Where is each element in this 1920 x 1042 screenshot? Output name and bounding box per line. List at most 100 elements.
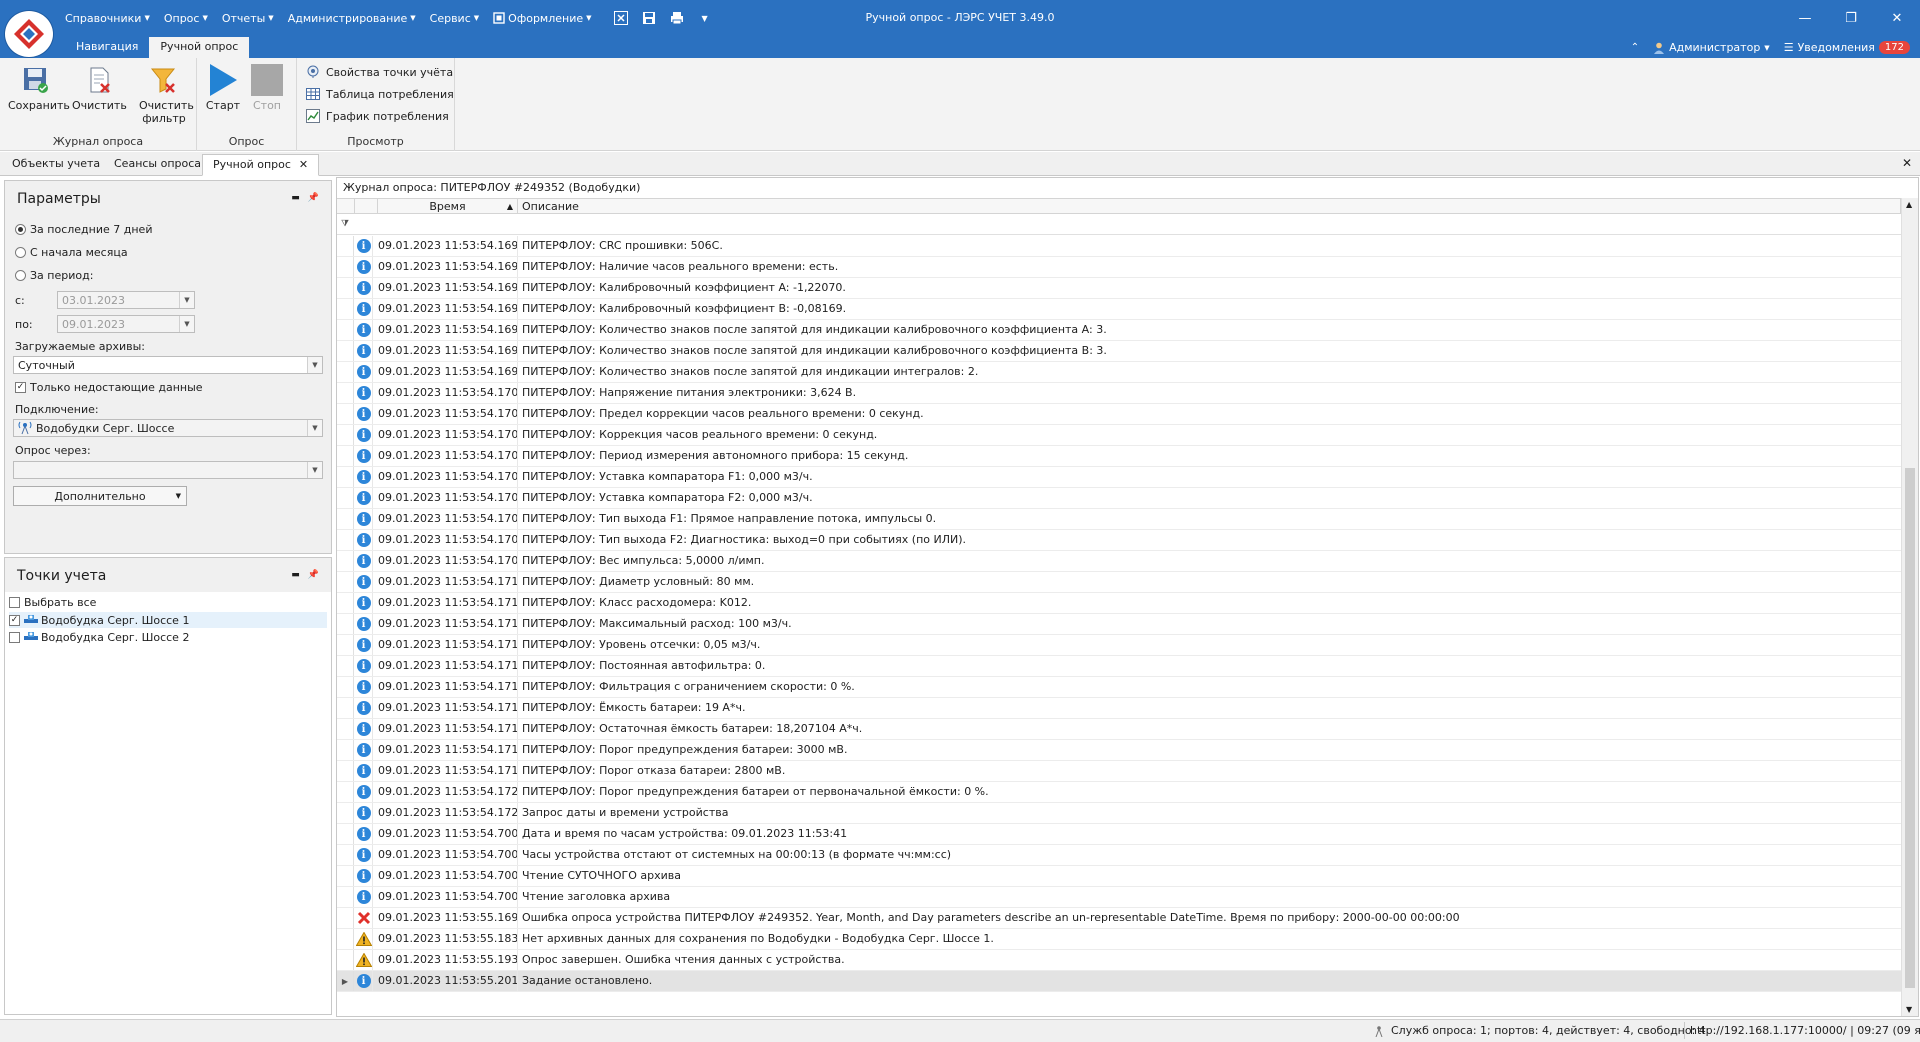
row-indicator[interactable] (337, 677, 354, 697)
tab-navigation[interactable]: Навигация (65, 37, 149, 58)
table-row[interactable]: 09.01.2023 11:53:55.169 Ошибка опроса уст… (337, 908, 1901, 929)
consumption-chart-button[interactable]: График потребления (305, 107, 449, 125)
consumption-table-button[interactable]: Таблица потребления (305, 85, 454, 103)
row-indicator[interactable] (337, 656, 354, 676)
stop-button[interactable]: Стоп (248, 61, 286, 112)
description-column-header[interactable]: Описание (518, 199, 1901, 214)
table-row[interactable]: i 09.01.2023 11:53:54.169 ПИТЕРФЛОУ: Колич… (337, 362, 1901, 383)
table-row[interactable]: i 09.01.2023 11:53:54.170 ПИТЕРФЛОУ: Вес и… (337, 551, 1901, 572)
table-row[interactable]: i 09.01.2023 11:53:54.171 ПИТЕРФЛОУ: Фильт… (337, 677, 1901, 698)
doctab-manual-poll[interactable]: Ручной опрос ✕ (202, 154, 320, 176)
table-row[interactable]: i 09.01.2023 11:53:54.171 ПИТЕРФЛОУ: Диаме… (337, 572, 1901, 593)
row-indicator[interactable] (337, 383, 354, 403)
row-indicator[interactable] (337, 341, 354, 361)
table-row[interactable]: i 09.01.2023 11:53:54.169 ПИТЕРФЛОУ: Колич… (337, 341, 1901, 362)
option-period[interactable]: За период: (15, 269, 93, 282)
row-indicator[interactable] (337, 740, 354, 760)
row-indicator[interactable] (337, 887, 354, 907)
table-row[interactable]: i 09.01.2023 11:53:54.171 ПИТЕРФЛОУ: Урове… (337, 635, 1901, 656)
row-indicator[interactable] (337, 929, 354, 949)
table-row[interactable]: i 09.01.2023 11:53:54.169 ПИТЕРФЛОУ: Налич… (337, 257, 1901, 278)
pin-icon[interactable]: 📌 (308, 570, 319, 580)
option-from-month-start[interactable]: С начала месяца (15, 246, 128, 259)
row-indicator[interactable] (337, 845, 354, 865)
time-column-header[interactable]: Время ▲ (378, 199, 518, 214)
doctab-sessions[interactable]: Сеансы опроса (104, 154, 211, 176)
table-row[interactable]: i 09.01.2023 11:53:54.171 ПИТЕРФЛОУ: Ёмкос… (337, 698, 1901, 719)
table-row[interactable]: i 09.01.2023 11:53:54.172 Запрос даты и вр… (337, 803, 1901, 824)
table-row[interactable]: i 09.01.2023 11:53:54.700 Чтение СУТОЧНОГО… (337, 866, 1901, 887)
point-item-1[interactable]: ✓ Водобудка Серг. Шоссе 1 (9, 612, 327, 628)
user-menu[interactable]: Администратор ▼ (1653, 41, 1770, 54)
table-row[interactable]: 09.01.2023 11:53:55.193 Опрос завершен. О… (337, 950, 1901, 971)
table-row[interactable]: i 09.01.2023 11:53:54.169 ПИТЕРФЛОУ: Колич… (337, 320, 1901, 341)
row-indicator[interactable] (337, 257, 354, 277)
option-last-7-days[interactable]: За последние 7 дней (15, 223, 152, 236)
row-indicator[interactable] (337, 572, 354, 592)
archives-select[interactable]: Суточный ▼ (13, 356, 323, 374)
table-row[interactable]: i 09.01.2023 11:53:54.171 ПИТЕРФЛОУ: Остат… (337, 719, 1901, 740)
point-item-2[interactable]: Водобудка Серг. Шоссе 2 (9, 629, 189, 645)
row-indicator[interactable] (337, 866, 354, 886)
table-row[interactable]: i 09.01.2023 11:53:54.170 ПИТЕРФЛОУ: Корре… (337, 425, 1901, 446)
maximize-panel-icon[interactable]: ▬ (291, 570, 300, 580)
close-window-icon[interactable]: ✕ (1874, 0, 1920, 36)
table-row[interactable]: i 09.01.2023 11:53:54.171 ПИТЕРФЛОУ: Посто… (337, 656, 1901, 677)
row-indicator[interactable] (337, 950, 354, 970)
table-row[interactable]: ▶ i 09.01.2023 11:53:55.201 Задание останов… (337, 971, 1901, 992)
only-missing-checkbox[interactable]: ✓ Только недостающие данные (15, 381, 203, 394)
row-indicator[interactable] (337, 299, 354, 319)
notifications-button[interactable]: ☰ Уведомления 172 (1784, 41, 1910, 54)
table-row[interactable]: i 09.01.2023 11:53:54.170 ПИТЕРФЛОУ: Устав… (337, 467, 1901, 488)
row-indicator[interactable] (337, 614, 354, 634)
type-column-header[interactable] (355, 199, 378, 214)
minimize-icon[interactable]: — (1782, 0, 1828, 36)
table-row[interactable]: i 09.01.2023 11:53:54.171 ПИТЕРФЛОУ: Порог… (337, 740, 1901, 761)
row-indicator[interactable] (337, 530, 354, 550)
save-button[interactable]: Сохранить (8, 61, 70, 112)
close-tab-icon[interactable]: ✕ (299, 158, 308, 171)
row-indicator[interactable] (337, 782, 354, 802)
table-row[interactable]: i 09.01.2023 11:53:54.169 ПИТЕРФЛОУ: Калиб… (337, 278, 1901, 299)
from-date-field[interactable]: 03.01.2023 ▼ (57, 291, 195, 309)
table-row[interactable]: i 09.01.2023 11:53:54.169 ПИТЕРФЛОУ: Калиб… (337, 299, 1901, 320)
auto-filter-row[interactable]: ⧩ (337, 215, 1901, 235)
row-indicator[interactable] (337, 446, 354, 466)
row-indicator[interactable] (337, 908, 354, 928)
additional-button[interactable]: Дополнительно ▼ (13, 486, 187, 506)
via-select[interactable]: ▼ (13, 461, 323, 479)
table-row[interactable]: i 09.01.2023 11:53:54.172 ПИТЕРФЛОУ: Порог… (337, 782, 1901, 803)
point-properties-button[interactable]: Свойства точки учёта (305, 63, 453, 81)
table-row[interactable]: i 09.01.2023 11:53:54.170 ПИТЕРФЛОУ: Напря… (337, 383, 1901, 404)
row-indicator[interactable] (337, 635, 354, 655)
row-indicator[interactable] (337, 551, 354, 571)
row-indicator[interactable] (337, 719, 354, 739)
table-row[interactable]: 09.01.2023 11:53:55.183 Нет архивных данн… (337, 929, 1901, 950)
table-row[interactable]: i 09.01.2023 11:53:54.170 ПИТЕРФЛОУ: Преде… (337, 404, 1901, 425)
row-indicator[interactable] (337, 698, 354, 718)
row-indicator[interactable]: ▶ (337, 971, 354, 991)
table-row[interactable]: i 09.01.2023 11:53:54.171 ПИТЕРФЛОУ: Порог… (337, 761, 1901, 782)
select-all-checkbox[interactable]: Выбрать все (9, 594, 96, 610)
table-row[interactable]: i 09.01.2023 11:53:54.169 ПИТЕРФЛОУ: CRC п… (337, 236, 1901, 257)
row-indicator[interactable] (337, 362, 354, 382)
start-button[interactable]: Старт (204, 61, 242, 112)
table-row[interactable]: i 09.01.2023 11:53:54.170 ПИТЕРФЛОУ: Перио… (337, 446, 1901, 467)
row-indicator[interactable] (337, 761, 354, 781)
row-indicator[interactable] (337, 320, 354, 340)
row-indicator[interactable] (337, 278, 354, 298)
table-row[interactable]: i 09.01.2023 11:53:54.171 ПИТЕРФЛОУ: Макси… (337, 614, 1901, 635)
tab-manual-poll[interactable]: Ручной опрос (149, 37, 250, 58)
table-row[interactable]: i 09.01.2023 11:53:54.171 ПИТЕРФЛОУ: Класс… (337, 593, 1901, 614)
vertical-scrollbar[interactable]: ▲ ▼ (1901, 198, 1918, 1016)
table-row[interactable]: i 09.01.2023 11:53:54.700 Часы устройства … (337, 845, 1901, 866)
pin-icon[interactable]: 📌 (308, 193, 319, 203)
maximize-panel-icon[interactable]: ▬ (291, 193, 300, 203)
doctab-objects[interactable]: Объекты учета (2, 154, 110, 176)
table-row[interactable]: i 09.01.2023 11:53:54.170 ПИТЕРФЛОУ: Тип в… (337, 530, 1901, 551)
clear-filter-button[interactable]: Очистить фильтр (135, 61, 194, 125)
row-indicator[interactable] (337, 509, 354, 529)
collapse-ribbon-icon[interactable]: ⌃ (1631, 42, 1639, 53)
row-indicator[interactable] (337, 593, 354, 613)
clear-button[interactable]: Очистить (72, 61, 127, 112)
